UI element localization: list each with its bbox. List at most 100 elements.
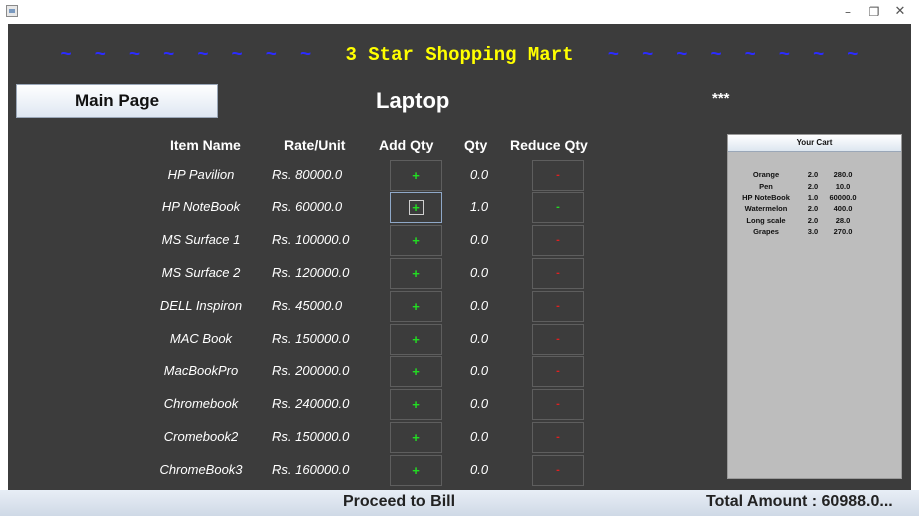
add-qty-button[interactable]: + <box>390 455 442 486</box>
item-qty: 0.0 <box>470 232 489 247</box>
item-name: DELL Inspiron <box>159 298 243 313</box>
cart-row: Long scale 2.0 28.0 <box>731 215 861 226</box>
item-row: MacBookPro Rs. 200000.0 +0.0 - <box>8 356 608 387</box>
item-row: MS Surface 1 Rs. 100000.0 +0.0 - <box>8 225 608 256</box>
item-qty: 0.0 <box>470 167 489 182</box>
reduce-qty-button[interactable]: - <box>532 389 584 420</box>
plus-icon: + <box>412 430 420 445</box>
reduce-qty-button[interactable]: - <box>532 291 584 322</box>
minimize-icon[interactable]: – <box>836 3 860 21</box>
item-rate: Rs. 120000.0 <box>272 265 350 280</box>
banner-tildes-right: ~ ~ ~ ~ ~ ~ ~ ~ <box>607 44 859 66</box>
proceed-to-bill-button[interactable]: Proceed to Bill <box>343 493 455 511</box>
item-name: Cromebook2 <box>163 429 239 444</box>
item-name: Chromebook <box>163 396 239 411</box>
item-qty: 0.0 <box>470 429 489 444</box>
column-header-reduce-qty: Reduce Qty <box>510 137 588 153</box>
cart-item-amount: 270.0 <box>833 227 853 237</box>
cart-item-qty: 3.0 <box>807 227 819 237</box>
main-page-button[interactable]: Main Page <box>16 84 218 118</box>
cart-row: Orange 2.0 280.0 <box>731 169 861 180</box>
item-rate: Rs. 160000.0 <box>272 462 350 477</box>
window-border-left <box>0 24 8 490</box>
add-qty-button[interactable]: + <box>390 324 442 355</box>
cart-item-qty: 2.0 <box>807 170 819 180</box>
item-row: MS Surface 2 Rs. 120000.0 +0.0 - <box>8 258 608 289</box>
item-rate: Rs. 45000.0 <box>272 298 343 313</box>
cart-row: Watermelon 2.0 400.0 <box>731 203 861 214</box>
column-header-qty: Qty <box>464 137 488 153</box>
plus-icon: + <box>412 233 420 248</box>
item-qty: 0.0 <box>470 298 489 313</box>
add-qty-button[interactable]: + <box>390 258 442 289</box>
item-row: DELL Inspiron Rs. 45000.0 +0.0 - <box>8 291 608 322</box>
cart-item-name: Grapes <box>753 227 779 237</box>
item-qty: 0.0 <box>470 396 489 411</box>
close-icon[interactable]: ✕ <box>888 3 912 21</box>
item-rate: Rs. 150000.0 <box>272 429 350 444</box>
item-name: HP Pavilion <box>167 167 235 182</box>
cart-item-qty: 1.0 <box>807 192 819 202</box>
column-header-add-qty: Add Qty <box>379 137 434 153</box>
add-qty-button[interactable]: + <box>390 389 442 420</box>
add-qty-button[interactable]: + <box>390 356 442 387</box>
cart-title: Your Cart <box>728 135 901 152</box>
cart-row: Pen 2.0 10.0 <box>731 180 861 191</box>
bottom-bar: Proceed to Bill Total Amount : 60988.0..… <box>0 490 919 516</box>
plus-icon: + <box>412 266 420 281</box>
window-border-right <box>911 24 919 490</box>
add-qty-button[interactable]: + <box>390 422 442 453</box>
rating-stars: *** <box>712 90 730 107</box>
store-banner: ~ ~ ~ ~ ~ ~ ~ ~ 3 Star Shopping Mart ~ ~… <box>8 44 911 66</box>
item-name: MAC Book <box>169 331 233 346</box>
cart-item-name: Watermelon <box>744 204 788 214</box>
add-qty-button[interactable]: + <box>390 192 442 223</box>
app-icon <box>6 5 18 17</box>
add-qty-button[interactable]: + <box>390 160 442 191</box>
plus-icon: + <box>412 364 420 379</box>
add-qty-button[interactable]: + <box>390 225 442 256</box>
item-name: MacBookPro <box>163 363 239 378</box>
item-rate: Rs. 60000.0 <box>272 199 343 214</box>
cart-item-qty: 2.0 <box>807 181 819 191</box>
item-qty: 0.0 <box>470 462 489 477</box>
reduce-qty-button[interactable]: - <box>532 422 584 453</box>
cart-item-name: Orange <box>752 170 780 180</box>
item-rate: Rs. 200000.0 <box>272 363 350 378</box>
plus-icon: + <box>412 397 420 412</box>
reduce-qty-button[interactable]: - <box>532 455 584 486</box>
item-qty: 0.0 <box>470 265 489 280</box>
cart-item-amount: 60000.0 <box>829 192 857 202</box>
item-qty: 0.0 <box>470 363 489 378</box>
main-panel: ~ ~ ~ ~ ~ ~ ~ ~ 3 Star Shopping Mart ~ ~… <box>8 24 911 490</box>
reduce-qty-button[interactable]: - <box>532 324 584 355</box>
reduce-qty-button[interactable]: - <box>532 160 584 191</box>
reduce-qty-button[interactable]: - <box>532 225 584 256</box>
item-row: MAC Book Rs. 150000.0 +0.0 - <box>8 324 608 355</box>
cart-panel: Your Cart Orange 2.0 280.0 Pen 2.0 10.0 HP Not… <box>727 134 902 479</box>
cart-item-amount: 280.0 <box>833 170 853 180</box>
cart-item-amount: 28.0 <box>835 215 851 225</box>
item-row: HP Pavilion Rs. 80000.0 +0.0 - <box>8 160 608 191</box>
reduce-qty-button[interactable]: - <box>532 258 584 289</box>
reduce-qty-button[interactable]: - <box>532 192 584 223</box>
cart-item-name: Pen <box>759 181 773 191</box>
item-name: MS Surface 1 <box>161 232 241 247</box>
column-header-rate: Rate/Unit <box>284 137 346 153</box>
add-qty-button[interactable]: + <box>390 291 442 322</box>
cart-item-name: HP NoteBook <box>742 192 790 202</box>
cart-item-qty: 2.0 <box>807 215 819 225</box>
item-row: HP NoteBook Rs. 60000.0 +1.0 - <box>8 192 608 223</box>
item-name: MS Surface 2 <box>161 265 241 280</box>
total-amount: Total Amount : 60988.0... <box>706 493 893 510</box>
reduce-qty-button[interactable]: - <box>532 356 584 387</box>
cart-item-name: Long scale <box>746 215 786 225</box>
restore-icon[interactable]: ❐ <box>862 3 886 21</box>
banner-tildes-left: ~ ~ ~ ~ ~ ~ ~ ~ <box>60 44 312 66</box>
item-qty: 1.0 <box>470 199 489 214</box>
cart-row: HP NoteBook 1.0 60000.0 <box>731 192 861 203</box>
cart-row: Grapes 3.0 270.0 <box>731 226 861 237</box>
plus-icon: + <box>412 332 420 347</box>
window-titlebar: – ❐ ✕ <box>0 0 919 24</box>
item-rate: Rs. 240000.0 <box>272 396 350 411</box>
